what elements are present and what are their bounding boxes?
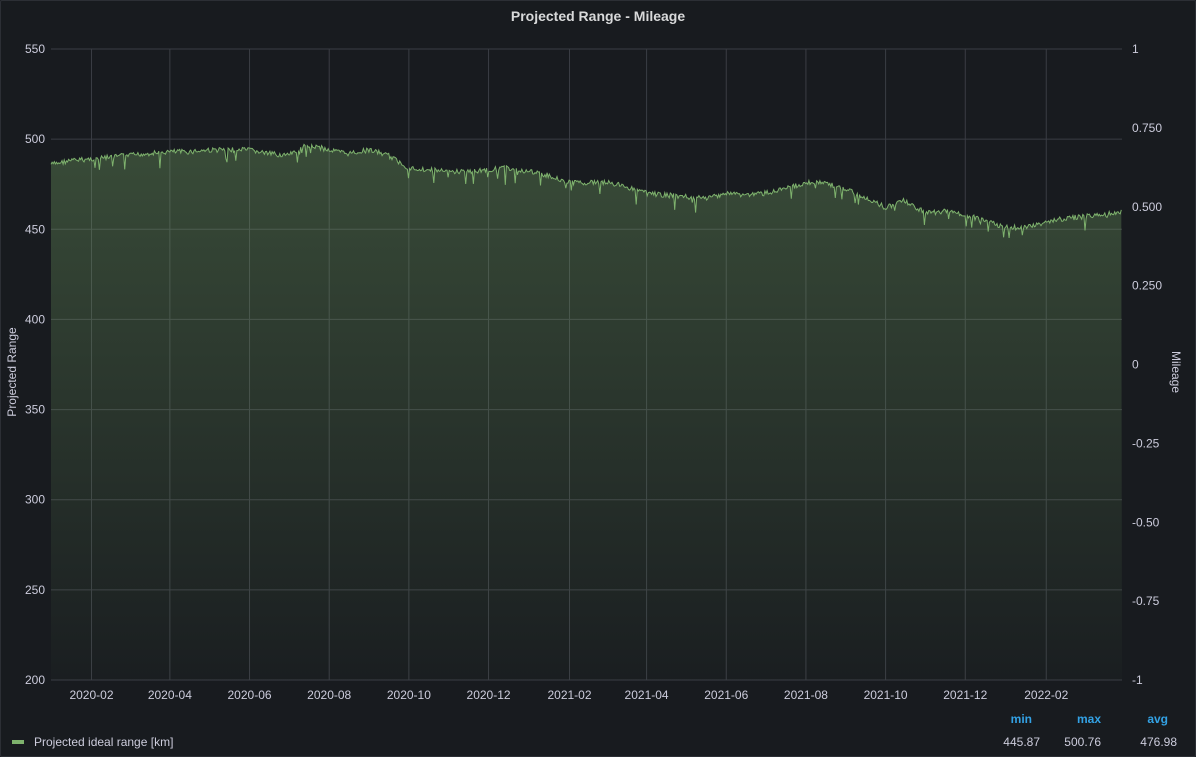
y2-tick-label: -1 [1132,673,1143,687]
legend-label: Projected ideal range [km] [34,735,174,749]
y2-tick-label: 0.250 [1132,279,1162,293]
legend-swatch [12,740,24,744]
legend-item[interactable]: Projected ideal range [km] [12,735,173,749]
y2-tick-label: -0.75 [1132,594,1160,608]
y-tick-label: 450 [25,222,45,236]
y-axis-ticks: 200 250 300 350 400 450 500 550 [25,42,45,687]
y2-tick-label: 0.750 [1132,121,1162,135]
y-tick-label: 550 [25,42,45,56]
x-tick-label: 2020-04 [148,688,192,702]
x-tick-label: 2020-06 [228,688,272,702]
y2-axis-ticks: -1 -0.75 -0.50 -0.25 0 0.250 0.500 0.750 1 [1132,42,1162,687]
x-tick-label: 2021-12 [943,688,987,702]
x-tick-label: 2021-08 [784,688,828,702]
x-axis-ticks: 2020-02 2020-04 2020-06 2020-08 2020-10 2020-… [69,688,1068,702]
y2-axis-label: Mileage [1169,351,1183,393]
x-tick-label: 2020-02 [69,688,113,702]
y-tick-label: 350 [25,403,45,417]
y-tick-label: 250 [25,583,45,597]
y2-tick-label: 1 [1132,42,1139,56]
y-tick-label: 200 [25,673,45,687]
y-tick-label: 300 [25,493,45,507]
y2-tick-label: 0 [1132,358,1139,372]
legend-header-min[interactable]: min [972,712,1032,726]
legend-value-avg: 476.98 [1140,735,1177,749]
series-area [51,144,1122,680]
legend-header-max[interactable]: max [1041,712,1101,726]
x-tick-label: 2021-10 [864,688,908,702]
legend-header-avg[interactable]: avg [1108,712,1168,726]
x-tick-label: 2021-04 [625,688,669,702]
y2-tick-label: -0.25 [1132,436,1160,450]
legend-value-min: 445.87 [1003,735,1040,749]
chart-svg: 200 250 300 350 400 450 500 550 -1 -0.75 -0.50 -0.… [5,42,1183,702]
y-tick-label: 500 [25,132,45,146]
x-tick-label: 2020-12 [467,688,511,702]
y-tick-label: 400 [25,312,45,326]
x-tick-label: 2020-10 [387,688,431,702]
x-tick-label: 2020-08 [307,688,351,702]
x-tick-label: 2021-02 [547,688,591,702]
y-axis-label: Projected Range [5,327,19,417]
x-tick-label: 2021-06 [704,688,748,702]
legend-value-max: 500.76 [1064,735,1101,749]
y2-tick-label: 0.500 [1132,200,1162,214]
x-tick-label: 2022-02 [1024,688,1068,702]
y2-tick-label: -0.50 [1132,515,1160,529]
